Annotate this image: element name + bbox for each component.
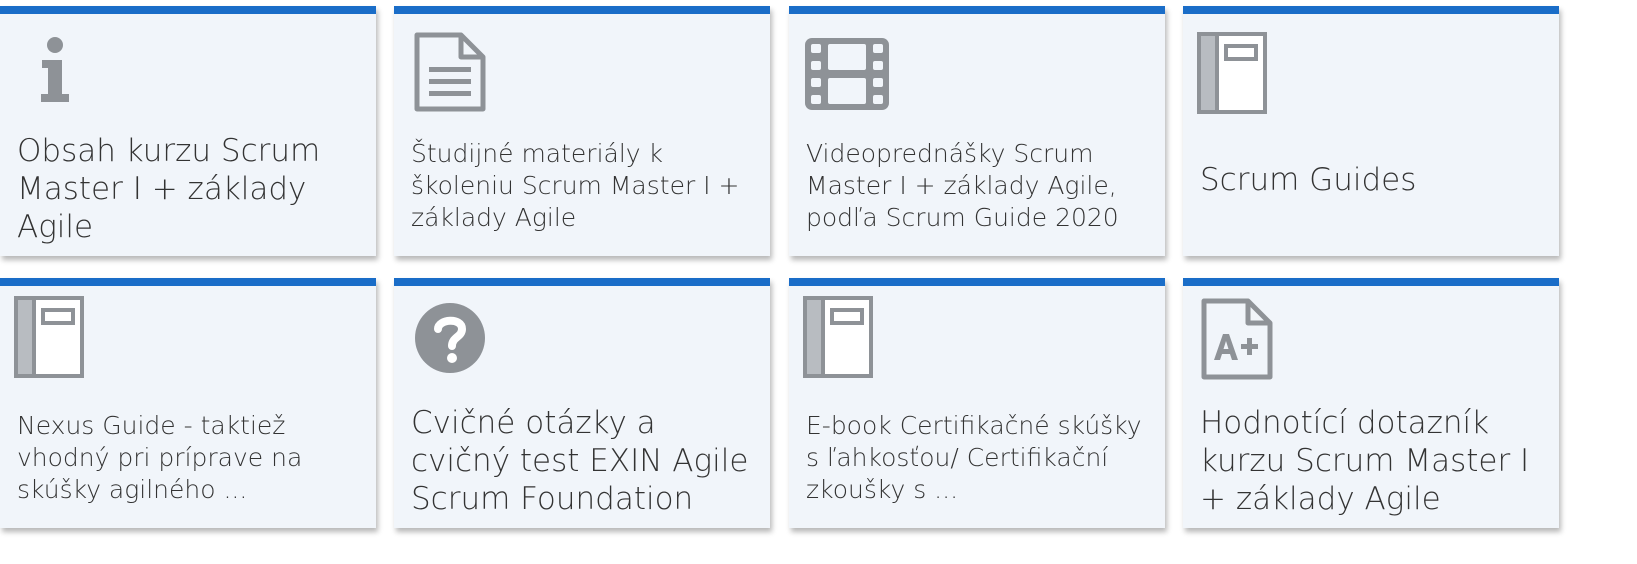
tile-label: Obsah kurzu Scrum Master I + základy Agi…	[17, 133, 321, 245]
book-icon	[803, 296, 873, 378]
tile-study-materials[interactable]: Študijné materiály k školeniu Scrum Mast…	[394, 6, 770, 256]
tile-label: E-book Certifikačné skúšky s ľahkosťou/ …	[806, 411, 1142, 504]
tile-evaluation-questionnaire[interactable]: Hodnotící dotazník kurzu Scrum Master I …	[1183, 278, 1559, 528]
tile-ebook-certification[interactable]: E-book Certifikačné skúšky s ľahkosťou/ …	[789, 278, 1165, 528]
tile-label: Hodnotící dotazník kurzu Scrum Master I …	[1200, 405, 1530, 517]
grade-a-plus-icon	[1201, 298, 1273, 380]
tile-label: Cvičné otázky a cvičný test EXIN Agile S…	[411, 405, 749, 517]
tile-practice-test[interactable]: Cvičné otázky a cvičný test EXIN Agile S…	[394, 278, 770, 528]
film-icon	[803, 36, 891, 112]
tile-course-content[interactable]: Obsah kurzu Scrum Master I + základy Agi…	[0, 6, 376, 256]
tile-label: Nexus Guide - taktiež vhodný pri príprav…	[17, 411, 303, 504]
book-icon	[14, 296, 84, 378]
tile-video-lectures[interactable]: Videoprednášky Scrum Master I + základy …	[789, 6, 1165, 256]
tile-label: Študijné materiály k školeniu Scrum Mast…	[411, 139, 740, 232]
book-icon	[1197, 32, 1267, 114]
tile-scrum-guides[interactable]: Scrum Guides	[1183, 6, 1559, 256]
tile-label: Videoprednášky Scrum Master I + základy …	[806, 139, 1119, 232]
info-icon	[38, 36, 72, 108]
tile-nexus-guide[interactable]: Nexus Guide - taktiež vhodný pri príprav…	[0, 278, 376, 528]
tile-label: Scrum Guides	[1200, 162, 1417, 198]
document-icon	[414, 32, 486, 112]
question-icon	[414, 302, 486, 374]
